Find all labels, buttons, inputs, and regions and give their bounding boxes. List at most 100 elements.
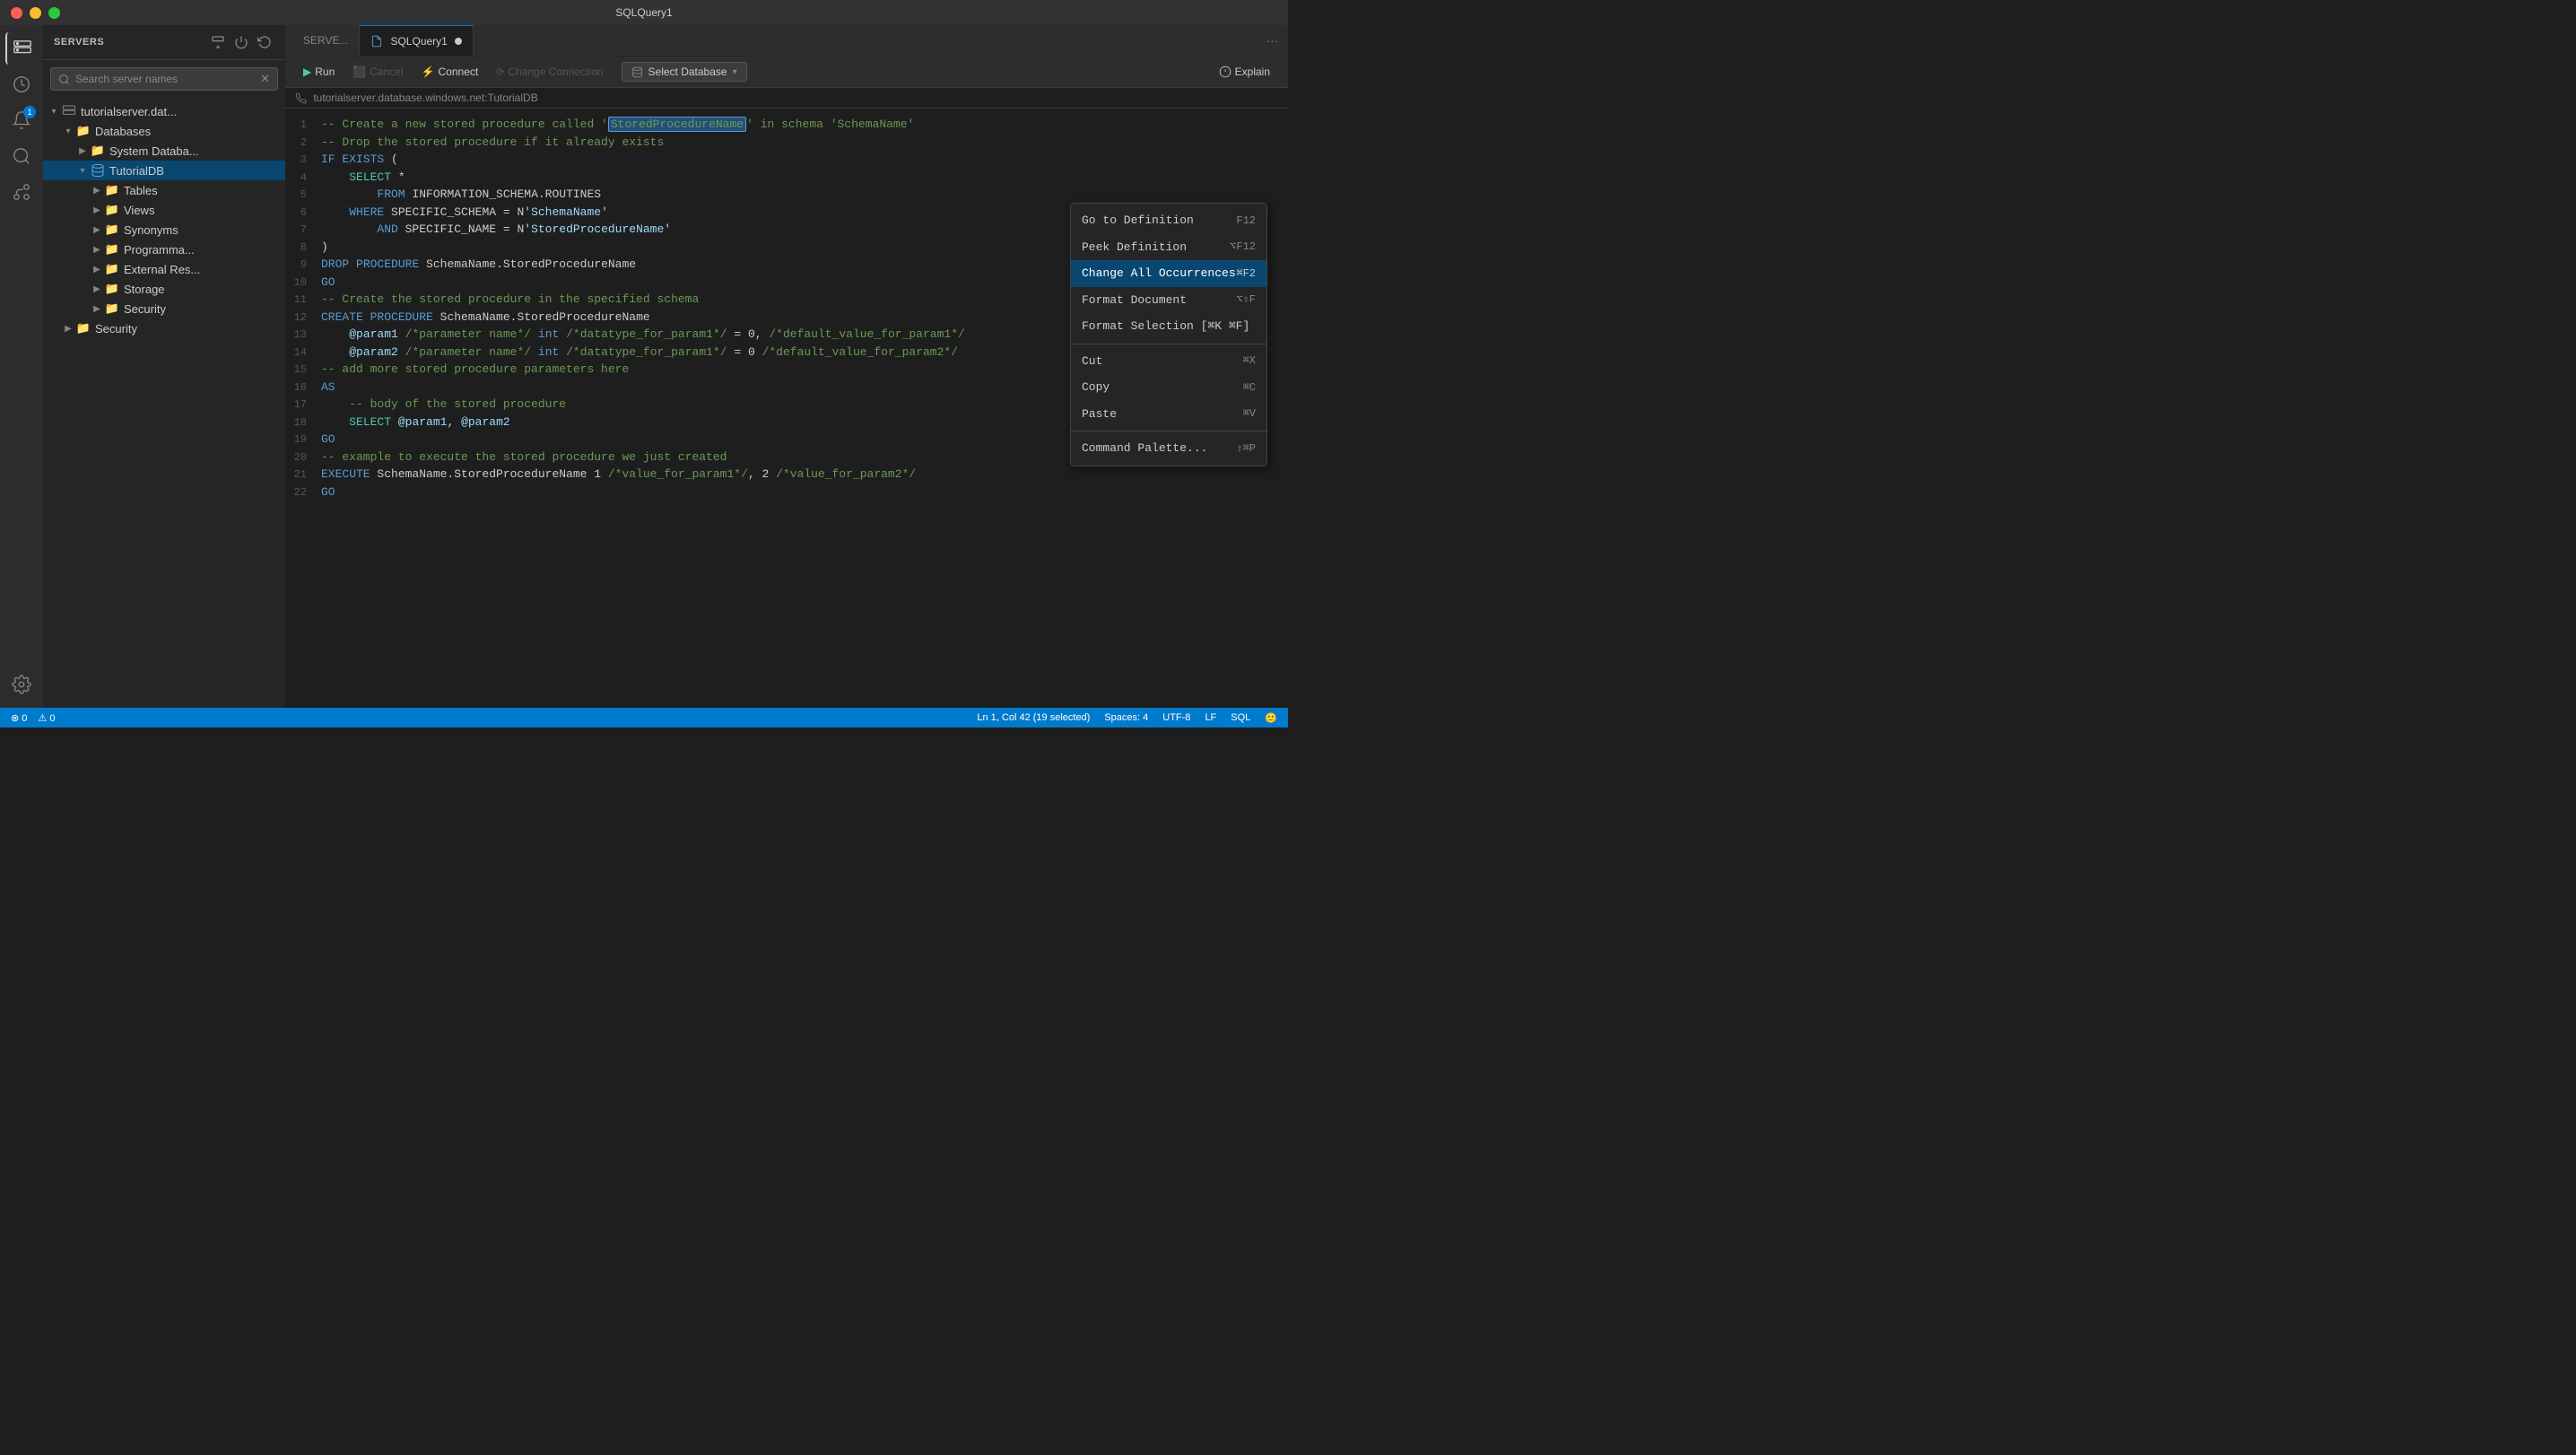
server-tab-text: SERVE... — [303, 34, 348, 47]
menu-item-command-palette[interactable]: Command Palette... ⇧⌘P — [1071, 435, 1266, 462]
error-icon: ⊗ — [11, 713, 19, 724]
minimize-button[interactable] — [30, 7, 41, 19]
sidebar-title: SERVERS — [54, 37, 104, 48]
sidebar-item-settings[interactable] — [5, 668, 38, 701]
sidebar-item-notifications[interactable]: 1 — [5, 104, 38, 136]
editor-tab[interactable]: SQLQuery1 — [360, 25, 473, 56]
disconnect-button[interactable] — [231, 32, 251, 52]
more-tabs-button[interactable]: ··· — [1257, 25, 1288, 56]
folder-icon: 📁 — [104, 182, 120, 198]
modified-indicator — [455, 38, 462, 45]
menu-item-cut[interactable]: Cut ⌘X — [1071, 348, 1266, 375]
smiley-icon: 🙂 — [1265, 712, 1277, 724]
menu-item-label: Format Selection [⌘K ⌘F] — [1082, 318, 1249, 335]
tree-item-tables[interactable]: ▶ 📁 Tables — [43, 180, 285, 200]
explain-label: Explain — [1235, 65, 1270, 78]
menu-item-label: Command Palette... — [1082, 440, 1207, 457]
select-database-dropdown[interactable]: Select Database ▾ — [622, 62, 747, 82]
system-db-label: System Databa... — [109, 144, 199, 158]
chevron-icon: ▶ — [90, 183, 104, 197]
menu-item-label: Copy — [1082, 379, 1110, 396]
code-line-1: 1 -- Create a new stored procedure calle… — [285, 116, 1288, 134]
menu-item-go-to-definition[interactable]: Go to Definition F12 — [1071, 207, 1266, 234]
server-search-box[interactable]: ✕ — [50, 67, 278, 91]
tree-item-server-security[interactable]: ▶ 📁 Security — [43, 318, 285, 338]
code-line-22: 22 GO — [285, 484, 1288, 501]
tree-item-storage[interactable]: ▶ 📁 Storage — [43, 279, 285, 299]
shortcut-label: ⌘V — [1243, 405, 1256, 422]
editor-area: SERVE... SQLQuery1 ··· ▶ Run ⬛ Cancel — [285, 25, 1288, 708]
code-line-2: 2 -- Drop the stored procedure if it alr… — [285, 134, 1288, 152]
code-line-5: 5 FROM INFORMATION_SCHEMA.ROUTINES — [285, 186, 1288, 204]
chevron-icon: ▾ — [47, 104, 61, 118]
folder-icon: 📁 — [104, 222, 120, 238]
tree-item-tutorialdb[interactable]: ▾ TutorialDB — [43, 161, 285, 180]
tree-item-views[interactable]: ▶ 📁 Views — [43, 200, 285, 220]
change-connection-icon: ⟳ — [496, 66, 504, 78]
tree-item-programmability[interactable]: ▶ 📁 Programma... — [43, 240, 285, 259]
menu-item-change-all-occurrences[interactable]: Change All Occurrences ⌘F2 — [1071, 260, 1266, 287]
folder-icon: 📁 — [90, 143, 106, 159]
folder-icon: 📁 — [104, 281, 120, 297]
tree-item-system-databases[interactable]: ▶ 📁 System Databa... — [43, 141, 285, 161]
folder-icon: 📁 — [75, 320, 91, 336]
connect-button[interactable]: ⚡ Connect — [414, 63, 486, 81]
connection-bar: tutorialserver.database.windows.net:Tuto… — [285, 88, 1288, 109]
title-bar: SQLQuery1 — [0, 0, 1288, 25]
menu-item-paste[interactable]: Paste ⌘V — [1071, 401, 1266, 428]
menu-item-peek-definition[interactable]: Peek Definition ⌥F12 — [1071, 234, 1266, 261]
chevron-icon: ▶ — [90, 282, 104, 296]
search-input[interactable] — [75, 73, 255, 85]
sidebar-item-git[interactable] — [5, 176, 38, 208]
run-button[interactable]: ▶ Run — [296, 63, 342, 81]
close-icon[interactable]: ✕ — [260, 72, 270, 86]
shortcut-label: ⌘C — [1243, 379, 1256, 396]
spaces-info: Spaces: 4 — [1104, 712, 1148, 723]
shortcut-label: ⌘F2 — [1236, 266, 1256, 282]
menu-item-label: Cut — [1082, 353, 1102, 370]
chevron-icon: ▶ — [75, 144, 90, 158]
cancel-button[interactable]: ⬛ Cancel — [345, 63, 410, 81]
notification-badge: 1 — [23, 106, 36, 118]
code-editor[interactable]: 1 -- Create a new stored procedure calle… — [285, 109, 1288, 708]
shortcut-label: F12 — [1236, 213, 1256, 229]
tree-item-databases[interactable]: ▾ 📁 Databases — [43, 121, 285, 141]
tree-item-server[interactable]: ▾ tutorialserver.dat... — [43, 101, 285, 121]
search-icon — [58, 74, 70, 85]
menu-item-label: Paste — [1082, 405, 1117, 423]
tab-bar: SERVE... SQLQuery1 ··· — [285, 25, 1288, 57]
sidebar-header: SERVERS — [43, 25, 285, 60]
window-title: SQLQuery1 — [615, 6, 672, 19]
tree-item-external-resources[interactable]: ▶ 📁 External Res... — [43, 259, 285, 279]
menu-item-copy[interactable]: Copy ⌘C — [1071, 374, 1266, 401]
language-mode[interactable]: SQL — [1231, 712, 1250, 723]
chevron-icon: ▶ — [90, 222, 104, 237]
tree-item-db-security[interactable]: ▶ 📁 Security — [43, 299, 285, 318]
tree-view: ▾ tutorialserver.dat... ▾ 📁 Databases ▶ … — [43, 98, 285, 708]
sidebar-item-search[interactable] — [5, 140, 38, 172]
menu-item-label: Format Document — [1082, 292, 1187, 309]
server-security-label: Security — [95, 322, 137, 335]
server-tab-label: SERVE... — [292, 25, 360, 56]
tree-item-synonyms[interactable]: ▶ 📁 Synonyms — [43, 220, 285, 240]
chevron-icon: ▶ — [90, 262, 104, 276]
menu-item-label: Change All Occurrences — [1082, 265, 1236, 283]
menu-item-format-document[interactable]: Format Document ⌥⇧F — [1071, 287, 1266, 314]
chevron-icon: ▾ — [75, 163, 90, 178]
sidebar-item-history[interactable] — [5, 68, 38, 100]
menu-item-format-selection[interactable]: Format Selection [⌘K ⌘F] — [1071, 313, 1266, 340]
context-menu: Go to Definition F12 Peek Definition ⌥F1… — [1070, 203, 1267, 466]
chevron-icon: ▶ — [90, 203, 104, 217]
external-resources-label: External Res... — [124, 263, 200, 276]
new-connection-button[interactable] — [208, 32, 228, 52]
change-connection-button[interactable]: ⟳ Change Connection — [489, 63, 610, 81]
maximize-button[interactable] — [48, 7, 60, 19]
status-bar: ⊗ 0 ⚠ 0 Ln 1, Col 42 (19 selected) Space… — [0, 708, 1288, 728]
refresh-button[interactable] — [255, 32, 274, 52]
explain-button[interactable]: Explain — [1212, 63, 1277, 81]
folder-icon: 📁 — [104, 202, 120, 218]
close-button[interactable] — [11, 7, 22, 19]
activity-bar: 1 — [0, 25, 43, 708]
tables-label: Tables — [124, 184, 158, 197]
sidebar-item-servers[interactable] — [5, 32, 38, 65]
